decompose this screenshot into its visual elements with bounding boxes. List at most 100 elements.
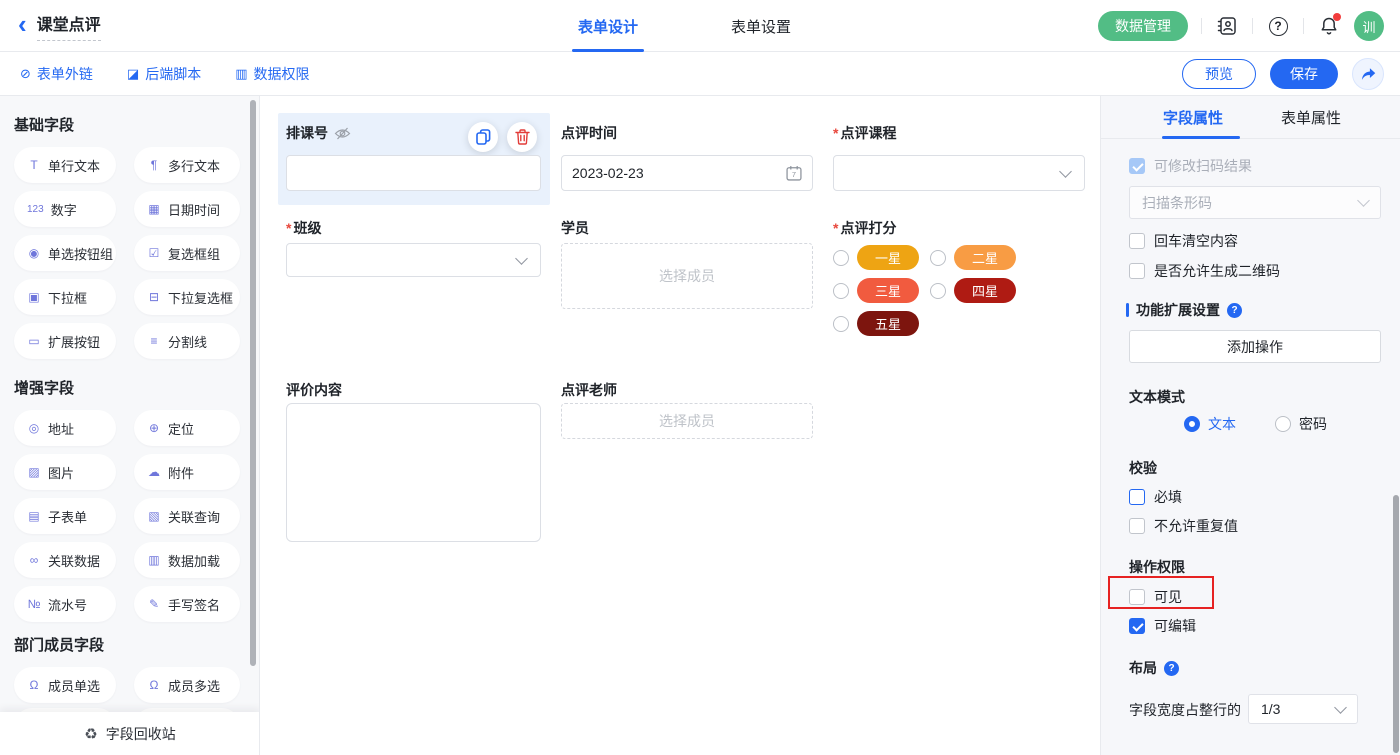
notification-bell-icon[interactable]: [1317, 14, 1341, 38]
toolbar-link-data-permission[interactable]: ▥数据权限: [235, 64, 309, 84]
avatar[interactable]: 训: [1354, 11, 1384, 41]
scan-result-editable-row[interactable]: 可修改扫码结果: [1129, 156, 1252, 176]
field-type-member-single[interactable]: Ω成员单选: [14, 667, 116, 703]
field-type-datetime[interactable]: ▦日期时间: [134, 191, 240, 227]
field-type-multi-line-text[interactable]: ¶多行文本: [134, 147, 240, 183]
required-asterisk: *: [286, 220, 291, 236]
tab-field-properties[interactable]: 字段属性: [1163, 107, 1223, 128]
radio-text-mode-text[interactable]: 文本: [1184, 414, 1236, 434]
field-type-extend-button[interactable]: ▭扩展按钮: [14, 323, 116, 359]
checkbox-label: 必填: [1154, 487, 1182, 507]
field-type-label: 定位: [168, 419, 194, 438]
field-type-single-line-text[interactable]: T单行文本: [14, 147, 116, 183]
score-tag: 二星: [954, 245, 1016, 270]
radio-text-mode-password[interactable]: 密码: [1275, 414, 1327, 434]
field-type-handwritten-signature[interactable]: ✎手写签名: [134, 586, 240, 622]
field-type-number[interactable]: 123数字: [14, 191, 116, 227]
no-duplicate-row[interactable]: 不允许重复值: [1129, 516, 1238, 536]
field-recycle-bin[interactable]: ♻ 字段回收站: [0, 712, 260, 755]
radio-button[interactable]: [833, 283, 849, 299]
field-type-member-multi[interactable]: Ω成员多选: [134, 667, 240, 703]
field-type-address[interactable]: ◎地址: [14, 410, 116, 446]
tab-form-properties[interactable]: 表单属性: [1281, 107, 1341, 128]
field-width-select[interactable]: 1/3: [1248, 694, 1358, 724]
contacts-book-icon[interactable]: [1215, 14, 1239, 38]
dropdown-multi-icon: ⊟: [147, 290, 161, 304]
help-icon[interactable]: ?: [1266, 14, 1290, 38]
field-type-dropdown-multi[interactable]: ⊟下拉复选框: [134, 279, 240, 315]
checkbox-required[interactable]: [1129, 489, 1145, 505]
checkbox-no-duplicate[interactable]: [1129, 518, 1145, 534]
section-bar: [1126, 303, 1129, 317]
radio-button[interactable]: [930, 250, 946, 266]
checkbox-qrcode-allow[interactable]: [1129, 263, 1145, 279]
toolbar-link-form-external-link[interactable]: ⊘表单外链: [20, 64, 93, 84]
editable-row[interactable]: 可编辑: [1129, 616, 1196, 636]
toolbar-link-backend-script[interactable]: ◪后端脚本: [127, 64, 201, 84]
help-question-icon[interactable]: ?: [1227, 303, 1242, 318]
class-select[interactable]: [286, 243, 541, 277]
score-option-4[interactable]: 四星: [930, 278, 1016, 303]
field-type-sub-form[interactable]: ▤子表单: [14, 498, 116, 534]
field-type-dropdown[interactable]: ▣下拉框: [14, 279, 116, 315]
share-button[interactable]: [1352, 58, 1384, 90]
schedule-no-input[interactable]: [287, 156, 540, 190]
review-content-textarea[interactable]: [287, 404, 540, 541]
field-type-image[interactable]: ▨图片: [14, 454, 116, 490]
field-type-serial-number[interactable]: №流水号: [14, 586, 116, 622]
checkbox-enter-clear[interactable]: [1129, 233, 1145, 249]
review-time-input[interactable]: [562, 156, 786, 190]
radio-button[interactable]: [833, 316, 849, 332]
help-question-icon[interactable]: ?: [1164, 661, 1179, 676]
tab-form-settings[interactable]: 表单设置: [731, 0, 791, 52]
review-time-input-wrap: 7: [561, 155, 813, 191]
add-action-button[interactable]: 添加操作: [1129, 330, 1381, 363]
field-type-linked-data[interactable]: ∞关联数据: [14, 542, 116, 578]
field-type-label: 数据加载: [168, 551, 220, 570]
score-option-1[interactable]: 一星: [833, 245, 919, 270]
checkbox-scan-result-editable[interactable]: [1129, 158, 1145, 174]
field-type-data-load[interactable]: ▥数据加载: [134, 542, 240, 578]
teacher-member-picker[interactable]: 选择成员: [561, 403, 813, 439]
field-type-radio-group[interactable]: ◉单选按钮组: [14, 235, 116, 271]
field-type-checkbox-group[interactable]: ☑复选框组: [134, 235, 240, 271]
copy-field-button[interactable]: [468, 122, 498, 152]
review-course-select[interactable]: [833, 155, 1085, 191]
back-icon[interactable]: ‹: [18, 13, 27, 35]
score-option-5[interactable]: 五星: [833, 311, 919, 336]
qrcode-allow-row[interactable]: 是否允许生成二维码: [1129, 261, 1280, 281]
radio-button[interactable]: [833, 250, 849, 266]
save-button[interactable]: 保存: [1270, 59, 1338, 89]
field-type-divider-line[interactable]: ≡分割线: [134, 323, 240, 359]
student-member-picker[interactable]: 选择成员: [561, 243, 813, 309]
required-row[interactable]: 必填: [1129, 487, 1182, 507]
radio-button[interactable]: [1184, 416, 1200, 432]
field-type-attachment[interactable]: ☁附件: [134, 454, 240, 490]
preview-button[interactable]: 预览: [1182, 59, 1256, 89]
sidebar-scrollbar[interactable]: [250, 100, 256, 666]
extend-button-icon: ▭: [27, 334, 41, 348]
field-type-linked-query[interactable]: ▧关联查询: [134, 498, 240, 534]
checkbox-editable[interactable]: [1129, 618, 1145, 634]
score-option-2[interactable]: 二星: [930, 245, 1016, 270]
enter-clear-row[interactable]: 回车清空内容: [1129, 231, 1238, 251]
tab-form-design[interactable]: 表单设计: [578, 0, 638, 52]
panel-scrollbar[interactable]: [1393, 495, 1399, 753]
radio-button[interactable]: [930, 283, 946, 299]
field-type-location[interactable]: ⊕ 定位: [134, 410, 240, 446]
radio-label: 密码: [1299, 414, 1327, 434]
radio-button[interactable]: [1275, 416, 1291, 432]
form-title[interactable]: 课堂点评: [37, 11, 101, 41]
active-tab-underline: [1162, 136, 1240, 139]
score-option-3[interactable]: 三星: [833, 278, 919, 303]
student-label: 学员: [561, 218, 589, 238]
multi-line-text-icon: ¶: [147, 158, 161, 172]
data-manage-button[interactable]: 数据管理: [1098, 11, 1188, 41]
checkbox-label: 不允许重复值: [1154, 516, 1238, 536]
review-score-label-text: 点评打分: [840, 218, 896, 238]
data-permission-icon: ▥: [235, 66, 247, 82]
score-tag: 三星: [857, 278, 919, 303]
location-icon: ⊕: [147, 421, 161, 435]
delete-field-button[interactable]: [507, 122, 537, 152]
scan-mode-select[interactable]: 扫描条形码: [1129, 186, 1381, 219]
